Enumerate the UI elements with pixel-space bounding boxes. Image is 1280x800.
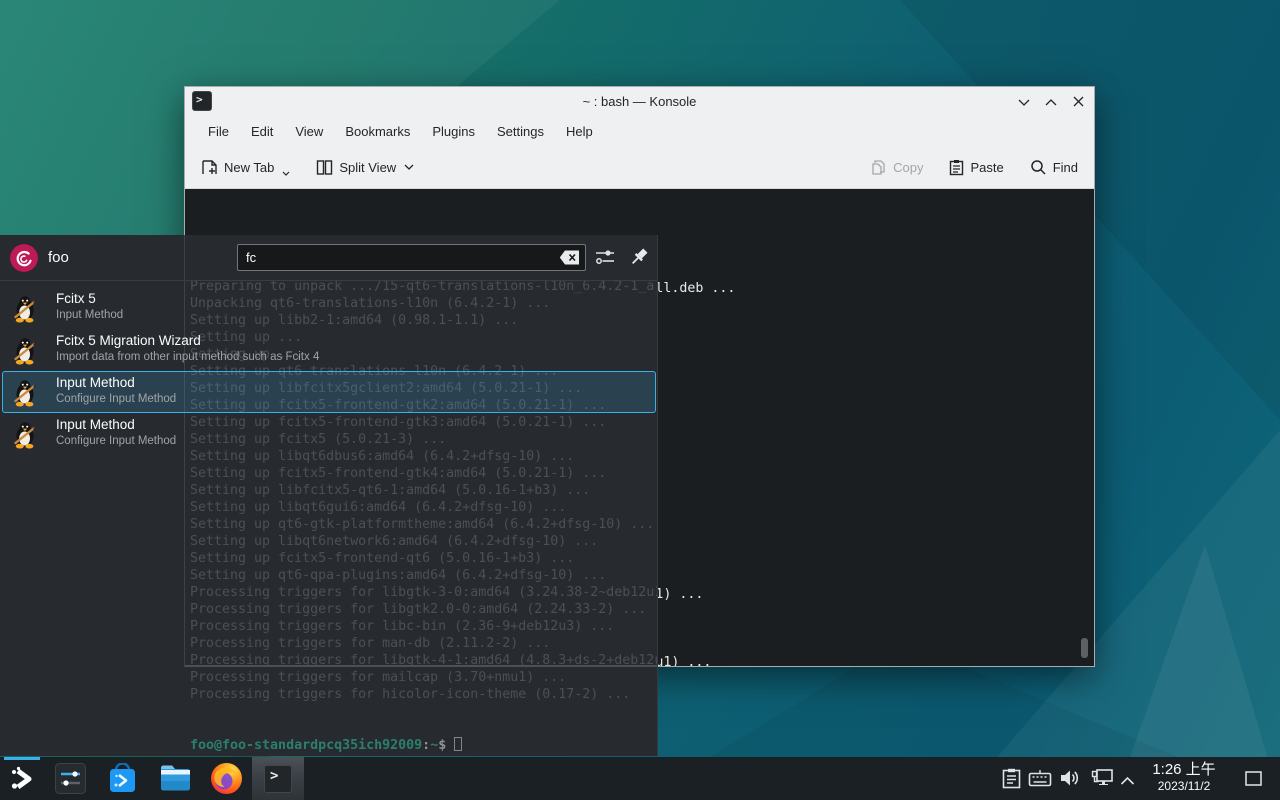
menu-item[interactable]: View bbox=[284, 120, 334, 143]
keyboard-tray-icon[interactable] bbox=[1028, 769, 1052, 792]
minimize-button[interactable] bbox=[1016, 94, 1032, 110]
result-title: Input Method bbox=[56, 417, 135, 432]
find-icon bbox=[1030, 159, 1047, 176]
split-view-dropdown-icon bbox=[404, 164, 414, 170]
menu-item[interactable]: Help bbox=[555, 120, 604, 143]
menu-item[interactable]: File bbox=[197, 120, 240, 143]
digital-clock[interactable]: 1:26 上午 2023/11/2 bbox=[1145, 761, 1223, 794]
discover-button[interactable] bbox=[107, 763, 138, 799]
result-title: Input Method bbox=[56, 375, 135, 390]
taskbar: > bbox=[0, 757, 1280, 800]
window-title: ~ : bash — Konsole bbox=[185, 87, 1094, 116]
split-view-icon bbox=[316, 159, 333, 176]
system-settings-icon bbox=[55, 763, 86, 794]
task-button-konsole[interactable]: > bbox=[252, 757, 304, 800]
clear-search-icon[interactable] bbox=[559, 250, 580, 265]
clipboard-tray-icon[interactable] bbox=[1002, 768, 1021, 794]
menu-item[interactable]: Plugins bbox=[421, 120, 486, 143]
menu-item[interactable]: Edit bbox=[240, 120, 284, 143]
menu-item[interactable]: Settings bbox=[486, 120, 555, 143]
split-view-label: Split View bbox=[339, 160, 396, 175]
krunner-user-label: foo bbox=[48, 235, 69, 281]
krunner-results: Fcitx 5 Input Method bbox=[0, 287, 658, 455]
clock-date: 2023/11/2 bbox=[1145, 779, 1223, 794]
copy-button[interactable]: Copy bbox=[871, 159, 923, 176]
konsole-task-icon: > bbox=[264, 765, 292, 793]
result-subtitle: Configure Input Method bbox=[56, 393, 176, 405]
split-view-button[interactable]: Split View bbox=[316, 159, 414, 176]
krunner-result[interactable]: Input Method Configure Input Method bbox=[0, 413, 658, 455]
show-desktop-button[interactable] bbox=[1245, 771, 1262, 791]
new-tab-button[interactable]: New Tab bbox=[201, 159, 290, 176]
result-subtitle: Configure Input Method bbox=[56, 435, 176, 447]
application-launcher-button[interactable] bbox=[9, 765, 37, 798]
desktop: > ~ : bash — Konsole FileEditViewBookmar… bbox=[0, 0, 1280, 800]
fcitx-penguin-icon bbox=[10, 377, 40, 407]
volume-tray-icon[interactable] bbox=[1059, 768, 1081, 793]
paste-button[interactable]: Paste bbox=[949, 159, 1003, 176]
copy-icon bbox=[871, 159, 887, 176]
terminal-scrollbar[interactable] bbox=[1081, 638, 1088, 658]
krunner-search-box bbox=[237, 244, 586, 271]
paste-icon bbox=[949, 159, 964, 176]
krunner-overlay: Preparing to unpack .../15-qt6-translati… bbox=[0, 235, 658, 756]
result-title: Fcitx 5 bbox=[56, 291, 96, 306]
network-tray-icon[interactable] bbox=[1091, 768, 1114, 793]
copy-label: Copy bbox=[893, 160, 923, 175]
close-button[interactable] bbox=[1070, 94, 1086, 110]
kde-launcher-icon bbox=[9, 765, 37, 793]
menu-item[interactable]: Bookmarks bbox=[334, 120, 421, 143]
find-label: Find bbox=[1053, 160, 1078, 175]
krunner-result[interactable]: Fcitx 5 Migration Wizard Import data fro… bbox=[0, 329, 658, 371]
paste-label: Paste bbox=[970, 160, 1003, 175]
new-tab-label: New Tab bbox=[224, 160, 274, 175]
user-avatar-debian-icon bbox=[10, 244, 38, 272]
fcitx-penguin-icon bbox=[10, 335, 40, 365]
result-subtitle: Import data from other input method such… bbox=[56, 351, 319, 363]
pin-icon[interactable] bbox=[628, 246, 650, 273]
firefox-button[interactable] bbox=[210, 762, 243, 800]
dimmed-window-border-bottom bbox=[185, 665, 658, 667]
find-button[interactable]: Find bbox=[1030, 159, 1078, 176]
krunner-result[interactable]: Fcitx 5 Input Method bbox=[0, 287, 658, 329]
menubar: FileEditViewBookmarksPluginsSettingsHelp bbox=[185, 116, 1094, 146]
dolphin-folder-icon bbox=[159, 763, 192, 793]
new-tab-dropdown-icon bbox=[282, 171, 290, 176]
launcher-active-indicator bbox=[4, 757, 40, 760]
clock-time: 1:26 上午 bbox=[1145, 761, 1223, 779]
result-subtitle: Input Method bbox=[56, 309, 123, 321]
fcitx-penguin-icon bbox=[10, 293, 40, 323]
system-settings-button[interactable] bbox=[55, 763, 86, 799]
filter-options-icon[interactable] bbox=[594, 247, 616, 272]
dolphin-file-manager-button[interactable] bbox=[159, 763, 192, 798]
maximize-button[interactable] bbox=[1043, 94, 1059, 110]
fcitx-penguin-icon bbox=[10, 419, 40, 449]
result-title: Fcitx 5 Migration Wizard bbox=[56, 333, 201, 348]
new-tab-icon bbox=[201, 159, 218, 176]
titlebar[interactable]: > ~ : bash — Konsole bbox=[185, 87, 1094, 116]
firefox-icon bbox=[210, 762, 243, 795]
search-input[interactable] bbox=[238, 245, 585, 270]
discover-icon bbox=[107, 763, 138, 794]
expand-tray-chevron-icon[interactable] bbox=[1120, 773, 1135, 791]
krunner-result[interactable]: Input Method Configure Input Method bbox=[0, 371, 658, 413]
toolbar: New Tab Split View Copy bbox=[185, 146, 1094, 189]
